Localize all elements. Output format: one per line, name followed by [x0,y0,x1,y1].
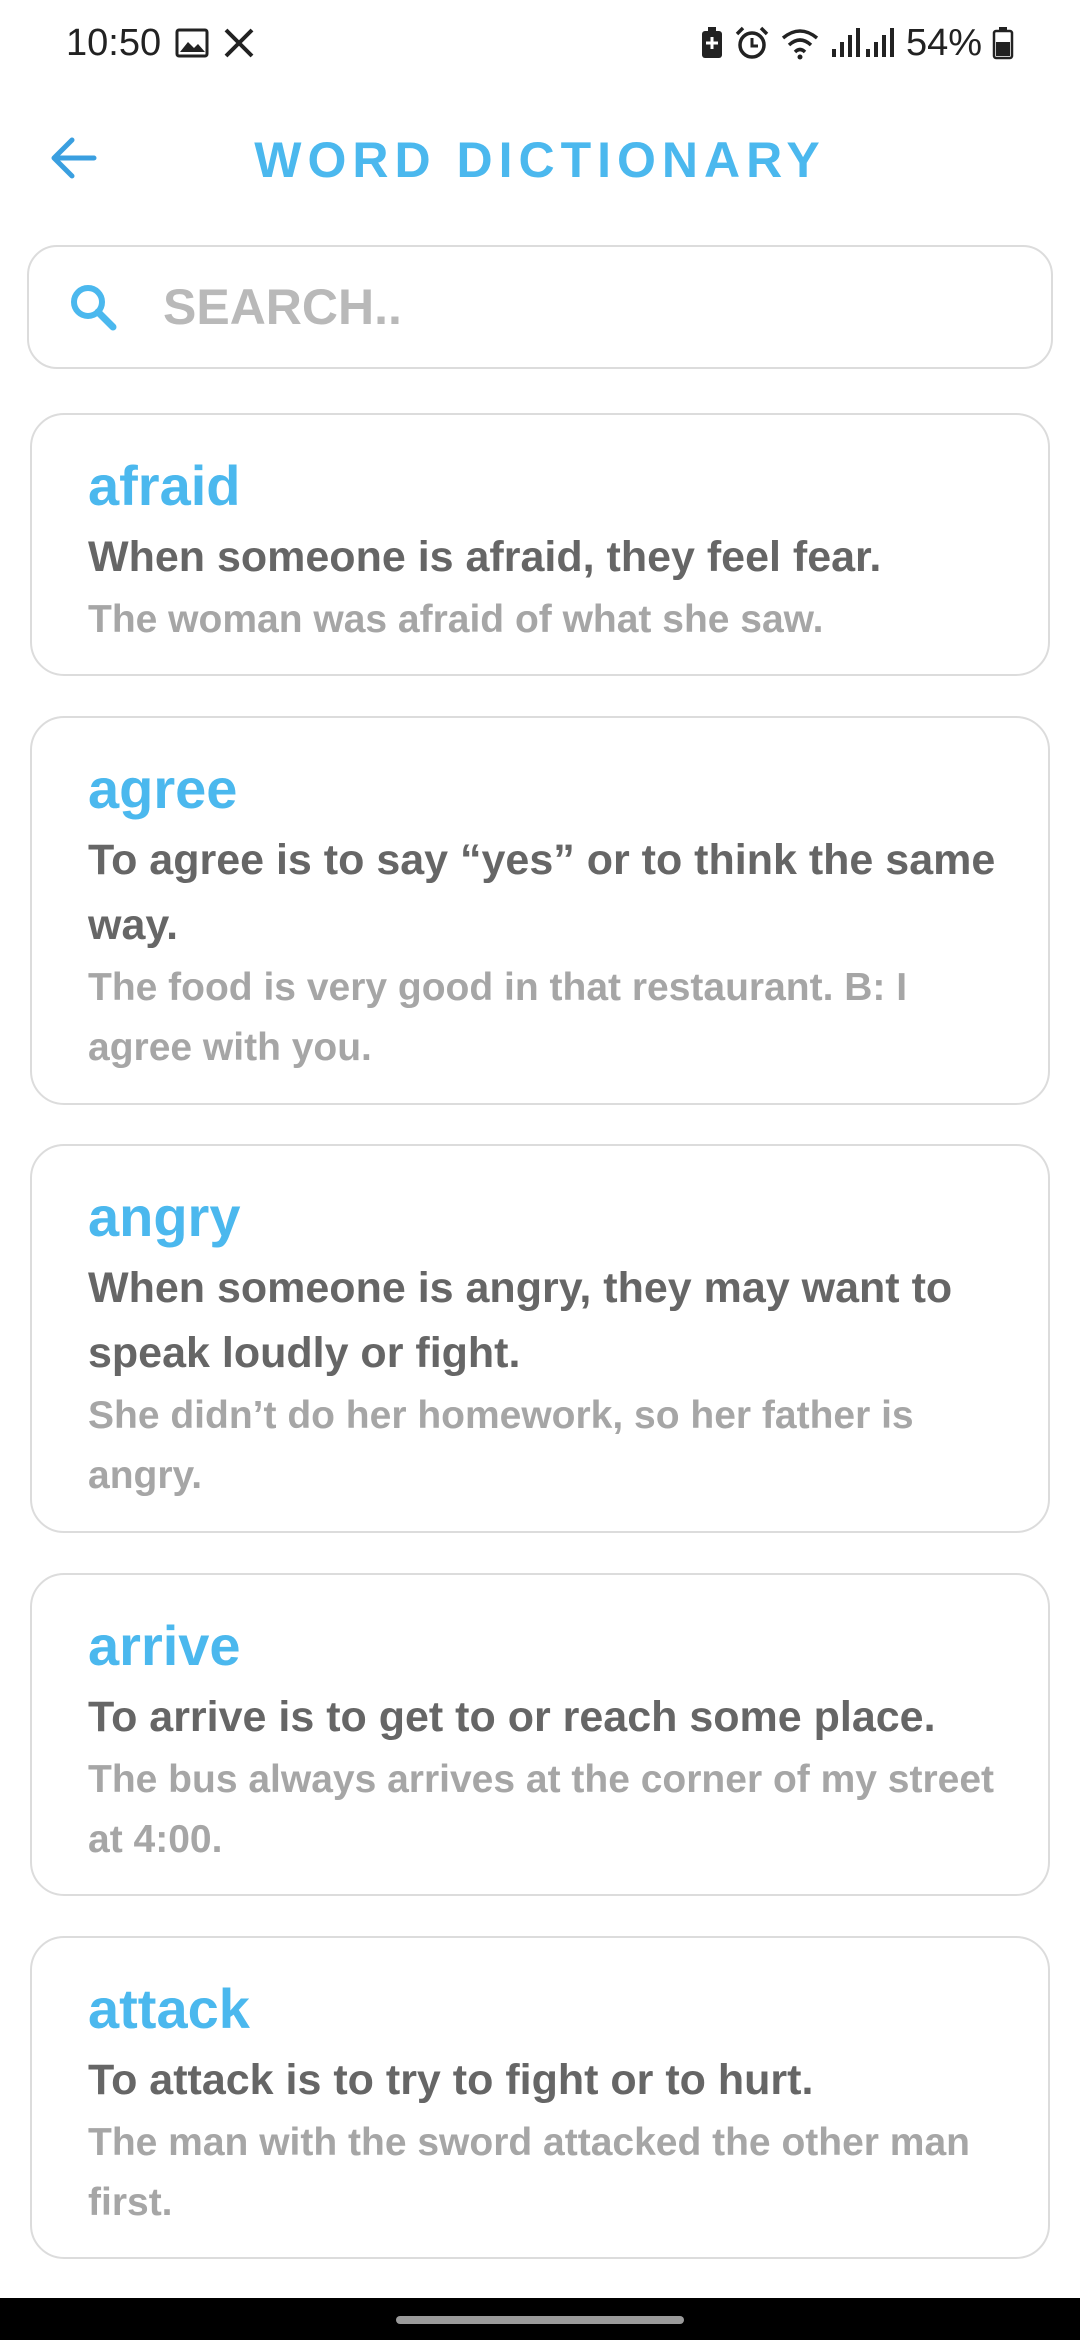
signal-icon [830,27,896,59]
word-title: attack [88,1977,250,2040]
home-indicator[interactable] [396,2316,684,2324]
alarm-icon [734,25,770,61]
page-title: WORD DICTIONARY [254,132,826,188]
word-title: agree [88,757,238,820]
gallery-icon [175,28,209,58]
battery-percent: 54% [905,21,982,64]
word-definition: When someone is angry, they may want to … [88,1264,953,1377]
status-bar: 10:50 54% [0,0,1080,86]
word-example: She didn’t do her homework, so her fathe… [88,1394,914,1497]
word-title: arrive [88,1614,241,1677]
word-card-afraid[interactable]: afraid When someone is afraid, they feel… [30,413,1050,676]
status-time: 10:50 [66,21,162,64]
word-definition: When someone is afraid, they feel fear. [88,533,882,581]
search-input[interactable] [161,277,985,337]
app-header: WORD DICTIONARY [0,110,1080,210]
word-card-attack[interactable]: attack To attack is to try to fight or t… [30,1936,1050,2259]
status-left: 10:50 [66,22,255,65]
word-example: The food is very good in that restaurant… [88,966,908,1069]
word-card-agree[interactable]: agree To agree is to say “yes” or to thi… [30,716,1050,1105]
word-example: The woman was afraid of what she saw. [88,598,824,641]
status-right: 54% [700,22,1014,65]
word-example: The man with the sword attacked the othe… [88,2121,970,2224]
x-app-icon [223,27,255,59]
wifi-icon [780,26,820,60]
battery-saver-icon [700,26,724,60]
word-card-angry[interactable]: angry When someone is angry, they may wa… [30,1144,1050,1533]
word-example: The bus always arrives at the corner of … [88,1758,995,1861]
battery-icon [992,26,1014,60]
system-nav-bar [0,2298,1080,2340]
word-definition: To arrive is to get to or reach some pla… [88,1693,936,1741]
word-definition: To agree is to say “yes” or to think the… [88,836,996,949]
word-title: angry [88,1185,241,1248]
search-icon [65,279,121,335]
word-definition: To attack is to try to fight or to hurt. [88,2056,814,2104]
word-title: afraid [88,454,241,517]
word-card-arrive[interactable]: arrive To arrive is to get to or reach s… [30,1573,1050,1896]
search-box[interactable] [27,245,1053,369]
